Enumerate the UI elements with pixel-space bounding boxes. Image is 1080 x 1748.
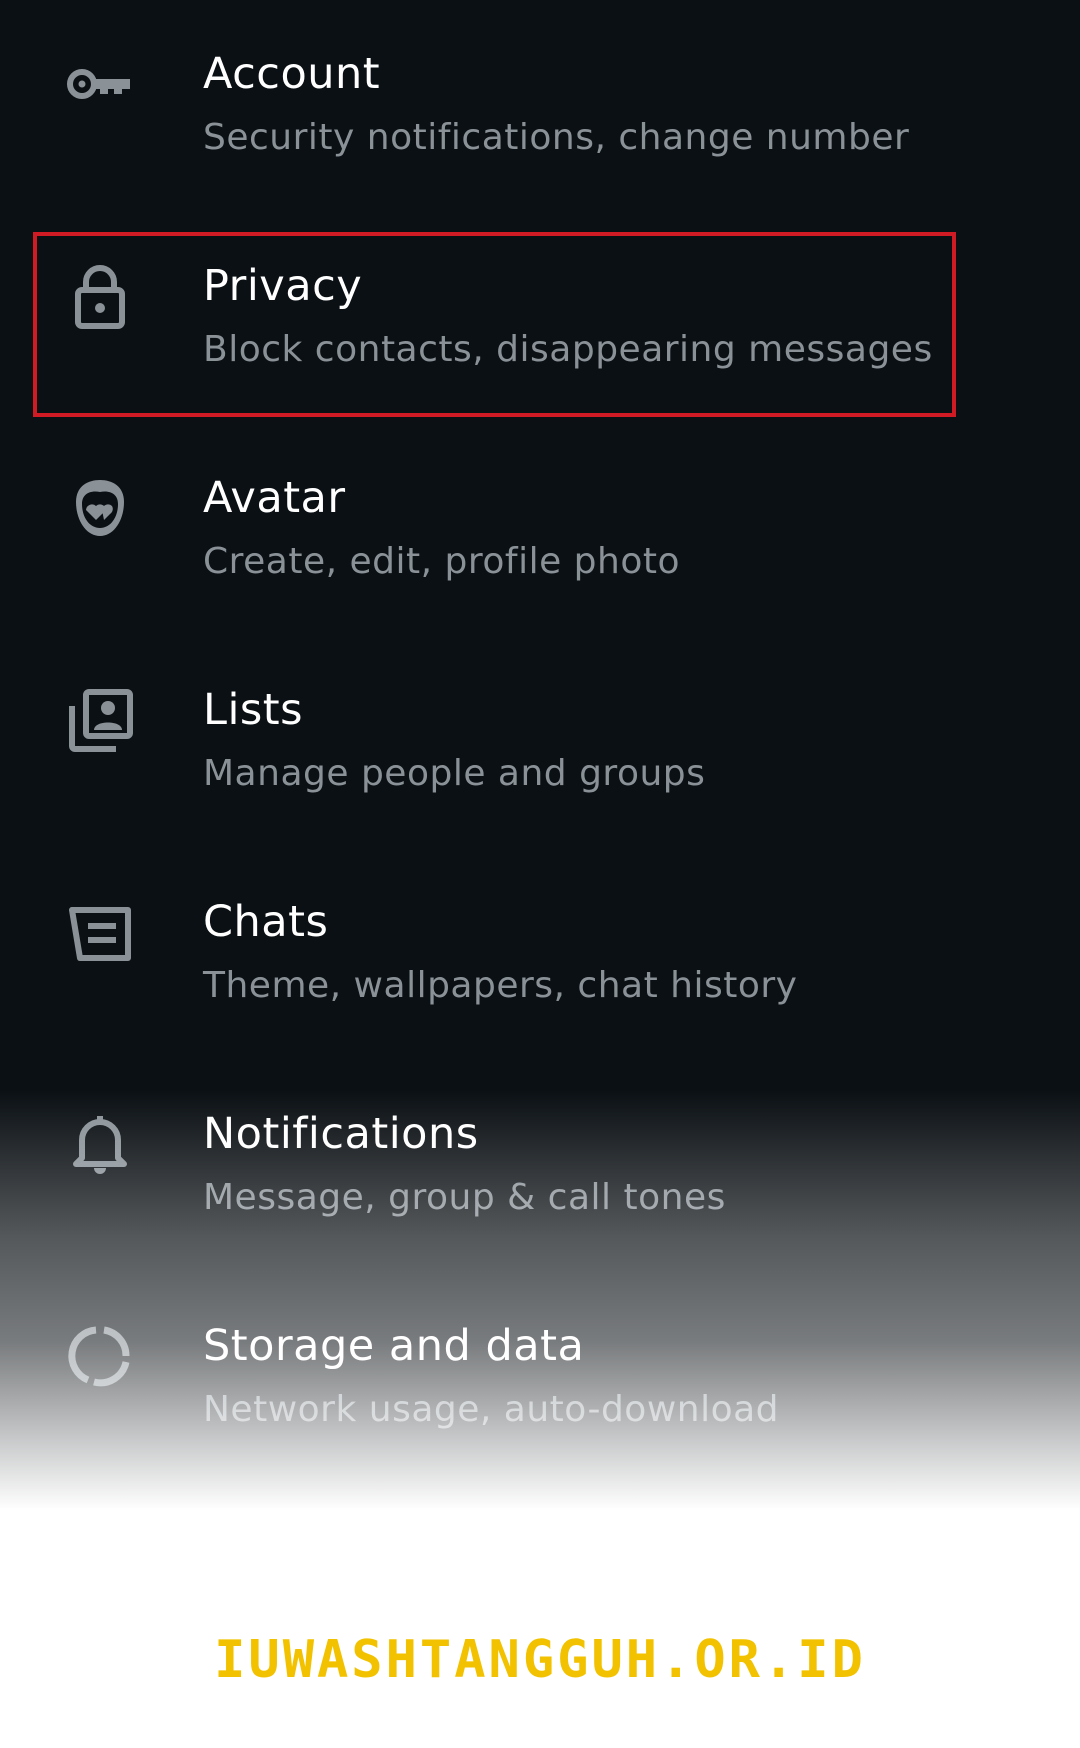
- settings-item-lists[interactable]: Lists Manage people and groups: [0, 636, 1080, 848]
- contact-list-icon: [60, 680, 140, 760]
- settings-item-title: Account: [203, 49, 381, 99]
- lock-icon: [60, 256, 140, 336]
- settings-item-subtitle: Network usage, auto-download: [203, 1389, 780, 1430]
- settings-item-subtitle: Security notifications, change number: [203, 117, 910, 158]
- avatar-icon: [60, 468, 140, 548]
- settings-item-chats[interactable]: Chats Theme, wallpapers, chat history: [0, 848, 1080, 1060]
- chat-icon: [60, 892, 140, 972]
- settings-item-notifications[interactable]: Notifications Message, group & call tone…: [0, 1060, 1080, 1272]
- settings-item-subtitle: Block contacts, disappearing messages: [203, 329, 933, 370]
- settings-item-subtitle: Create, edit, profile photo: [203, 541, 680, 582]
- settings-item-title: Lists: [203, 685, 304, 735]
- settings-item-storage[interactable]: Storage and data Network usage, auto-dow…: [0, 1272, 1080, 1484]
- settings-item-title: Notifications: [203, 1109, 479, 1159]
- settings-item-privacy[interactable]: Privacy Block contacts, disappearing mes…: [0, 212, 1080, 424]
- settings-item-title: Storage and data: [203, 1321, 585, 1371]
- settings-item-subtitle: Manage people and groups: [203, 753, 706, 794]
- white-footer: [0, 1508, 1080, 1748]
- settings-item-subtitle: Theme, wallpapers, chat history: [203, 965, 798, 1006]
- settings-item-avatar[interactable]: Avatar Create, edit, profile photo: [0, 424, 1080, 636]
- key-icon: [60, 44, 140, 124]
- settings-item-title: Privacy: [203, 261, 363, 311]
- bell-icon: [60, 1104, 140, 1184]
- settings-list: Account Security notifications, change n…: [0, 0, 1080, 1600]
- storage-icon: [60, 1316, 140, 1396]
- watermark-text: IUWASHTANGGUH.OR.ID: [214, 1630, 866, 1690]
- settings-item-account[interactable]: Account Security notifications, change n…: [0, 0, 1080, 212]
- settings-item-subtitle: Message, group & call tones: [203, 1177, 726, 1218]
- settings-item-title: Avatar: [203, 473, 346, 523]
- settings-item-title: Chats: [203, 897, 329, 947]
